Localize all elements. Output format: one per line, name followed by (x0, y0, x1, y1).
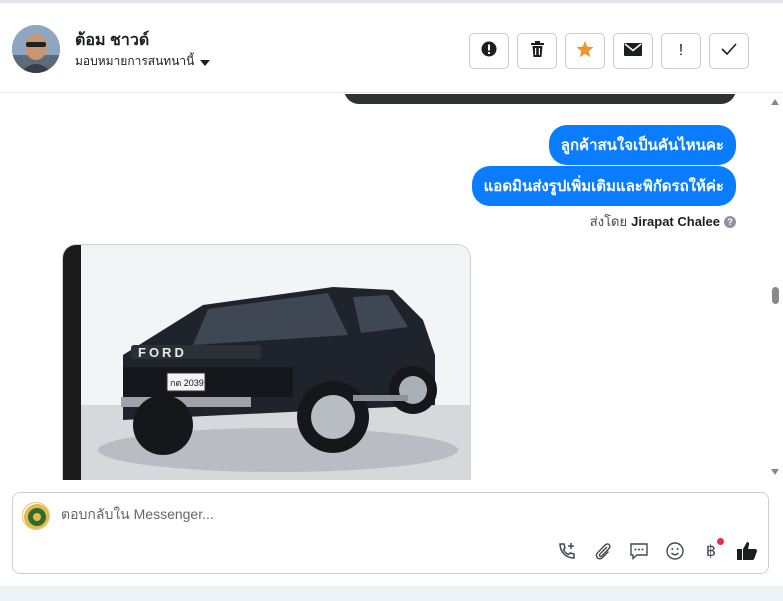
scroll-up-icon[interactable] (771, 99, 779, 105)
saved-reply-icon[interactable] (628, 540, 650, 562)
like-icon[interactable] (736, 540, 758, 562)
check-icon (721, 43, 737, 59)
conversation-header: ต้อม ชาวด์ มอบหมายการสนทนานี้ ! (0, 0, 783, 93)
delete-button[interactable] (517, 33, 557, 69)
license-plate: กต 2039 (170, 378, 204, 388)
scrollbar-thumb[interactable] (772, 287, 779, 304)
emoji-icon[interactable] (664, 540, 686, 562)
assign-label: มอบหมายการสนทนานี้ (75, 54, 195, 68)
scroll-down-icon[interactable] (771, 469, 779, 475)
done-button[interactable] (709, 33, 749, 69)
message-thread[interactable]: ลูกค้าสนใจเป็นคันไหนคะ แอดมินส่งรูปเพิ่ม… (0, 94, 783, 480)
sent-by-prefix: ส่งโดย (589, 214, 628, 229)
grille-text: FORD (138, 345, 187, 360)
contact-avatar[interactable] (12, 25, 60, 73)
reply-composer: ฿ (12, 492, 769, 574)
footer-strip (0, 586, 783, 601)
star-icon (576, 40, 594, 62)
spam-button[interactable] (469, 33, 509, 69)
page-avatar (22, 502, 50, 530)
reply-input[interactable] (61, 506, 661, 522)
star-button[interactable] (565, 33, 605, 69)
sent-by-label: ส่งโดย Jirapat Chalee ? (590, 211, 736, 232)
payment-icon[interactable]: ฿ (700, 538, 724, 562)
message-photo[interactable]: FORD กต 2039 (62, 244, 471, 480)
attach-icon[interactable] (592, 540, 614, 562)
composer-tools: ฿ (556, 538, 758, 562)
follow-up-button[interactable]: ! (661, 33, 701, 69)
chevron-down-icon (200, 59, 211, 66)
call-add-icon[interactable] (556, 540, 578, 562)
contact-name[interactable]: ต้อม ชาวด์ (75, 28, 149, 53)
alert-circle-icon (481, 41, 497, 61)
trash-icon (530, 41, 545, 61)
outgoing-message: แอดมินส่งรูปเพิ่มเติมและพิกัดรถให้ค่ะ (471, 166, 736, 206)
conversation-toolbar: ! (469, 33, 749, 69)
mark-unread-button[interactable] (613, 33, 653, 69)
sent-by-agent: Jirapat Chalee (631, 214, 720, 229)
envelope-icon (624, 42, 642, 60)
help-icon[interactable]: ? (724, 215, 736, 228)
previous-message-bubble (344, 94, 736, 104)
baht-glyph: ฿ (705, 543, 717, 560)
thread-scrollbar[interactable] (769, 94, 783, 480)
assign-conversation-dropdown[interactable]: มอบหมายการสนทนานี้ (75, 52, 211, 71)
messenger-inbox: ต้อม ชาวด์ มอบหมายการสนทนานี้ ! ลูกค้าสน… (0, 0, 783, 601)
exclamation-icon: ! (678, 42, 684, 59)
outgoing-message: ลูกค้าสนใจเป็นคันไหนคะ (548, 125, 736, 165)
notification-dot (717, 538, 724, 545)
